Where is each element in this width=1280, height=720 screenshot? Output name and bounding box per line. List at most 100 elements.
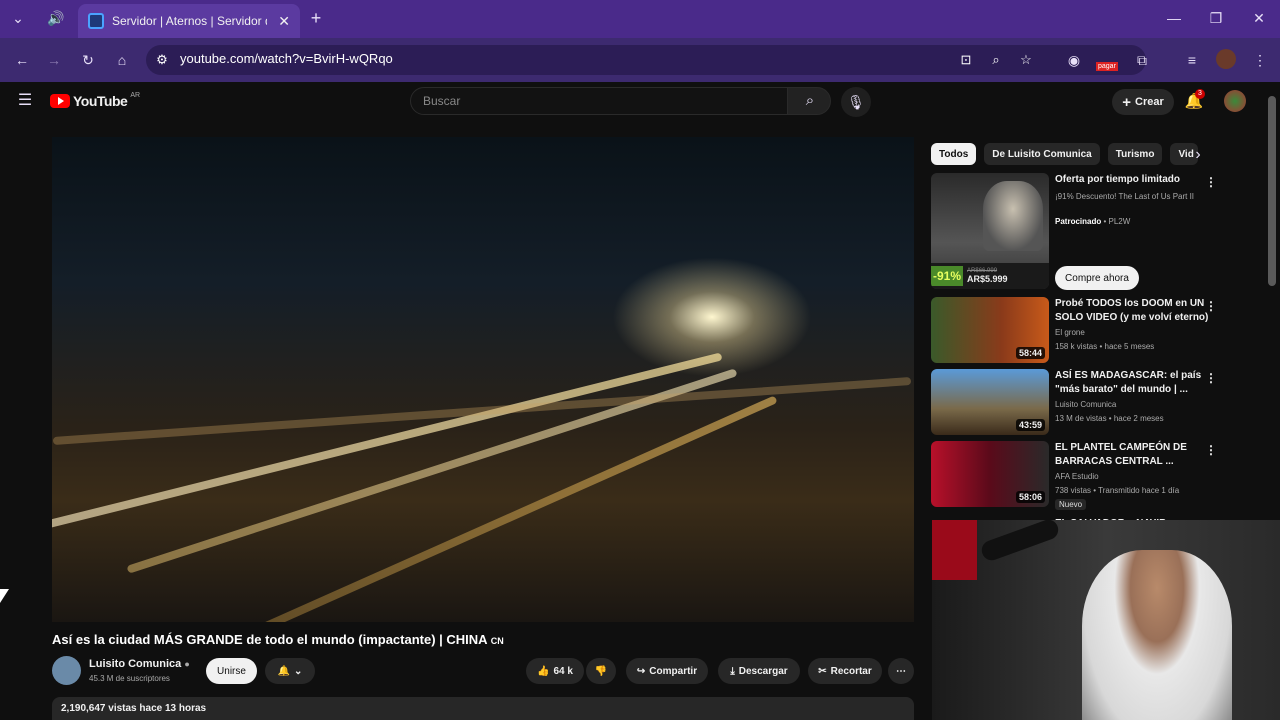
- chip-turismo[interactable]: Turismo: [1107, 143, 1163, 165]
- bell-icon: 🔔: [277, 665, 291, 677]
- recommended-video[interactable]: 43:59 ASÍ ES MADAGASCAR: el país "más ba…: [931, 369, 1261, 435]
- search-input[interactable]: Buscar: [410, 87, 788, 115]
- create-label: Crear: [1135, 96, 1164, 108]
- video-thumbnail[interactable]: 58:06: [931, 441, 1049, 507]
- download-button[interactable]: ⤓ Descargar: [718, 658, 800, 684]
- new-badge: Nuevo: [1055, 499, 1087, 510]
- tab-audio-icon[interactable]: 🔊: [46, 8, 66, 28]
- ad-menu-icon[interactable]: ⋮: [1205, 175, 1217, 189]
- video-meta: 13 M de vistas • hace 2 meses: [1055, 414, 1164, 423]
- address-bar[interactable]: ⚙ youtube.com/watch?v=BvirH-wQRqo ⊡ ⌕ ☆: [146, 45, 1146, 75]
- reload-icon[interactable]: ↻: [78, 50, 98, 70]
- profile-avatar-icon[interactable]: [1216, 49, 1236, 69]
- zoom-icon[interactable]: ⌕: [986, 50, 1006, 70]
- video-menu-icon[interactable]: ⋮: [1205, 443, 1217, 457]
- account-avatar[interactable]: [1224, 90, 1246, 112]
- home-icon[interactable]: ⌂: [112, 50, 132, 70]
- ad-discount: -91%: [931, 266, 964, 286]
- thumbs-down-icon: 👎: [594, 665, 608, 677]
- media-control-icon[interactable]: ≡: [1182, 50, 1202, 70]
- youtube-logo[interactable]: YouTube AR: [50, 91, 141, 109]
- ad-thumbnail[interactable]: -91% AR$66.999 AR$5.999: [931, 173, 1049, 289]
- video-meta: 158 k vistas • hace 5 meses: [1055, 342, 1155, 351]
- video-menu-icon[interactable]: ⋮: [1205, 299, 1217, 313]
- url-text: youtube.com/watch?v=BvirH-wQRqo: [180, 51, 393, 66]
- chip-channel[interactable]: De Luisito Comunica: [984, 143, 1100, 165]
- share-button[interactable]: ↪ Compartir: [626, 658, 708, 684]
- close-window-icon[interactable]: ✕: [1249, 8, 1269, 28]
- extension-icon[interactable]: ◉: [1064, 50, 1084, 70]
- scissors-icon: ✂: [818, 665, 827, 677]
- video-meta: 738 vistas • Transmitido hace 1 día: [1055, 486, 1180, 495]
- description-box[interactable]: 2,190,647 vistas hace 13 horas: [52, 697, 914, 720]
- notifications-bell-icon[interactable]: 🔔 3: [1184, 89, 1205, 112]
- channel-name[interactable]: Luisito Comunica ●: [89, 658, 190, 670]
- page-scrollbar[interactable]: [1268, 96, 1276, 286]
- sponsored-label: Patrocinado: [1055, 217, 1102, 226]
- red-light: [932, 520, 977, 580]
- tab-title: Servidor | Aternos | Servidor de: [112, 14, 267, 28]
- video-player[interactable]: [52, 137, 914, 622]
- ad-sponsor-line: Patrocinado • PL2W: [1055, 217, 1131, 226]
- share-icon: ↪: [636, 665, 646, 677]
- subscribed-bell-button[interactable]: 🔔 ⌄: [265, 658, 315, 684]
- bookmark-star-icon[interactable]: ☆: [1016, 50, 1036, 70]
- mouse-cursor-icon: [0, 589, 9, 603]
- new-tab-icon[interactable]: +: [306, 8, 326, 28]
- tab-search-icon[interactable]: ⌄: [8, 8, 28, 28]
- more-horizontal-icon: ⋯: [896, 665, 906, 677]
- highway-light-trail: [52, 377, 912, 445]
- site-info-icon[interactable]: ⚙: [152, 50, 172, 70]
- back-icon[interactable]: ←: [12, 50, 32, 70]
- join-button[interactable]: Unirse: [206, 658, 257, 684]
- chevron-right-icon[interactable]: ›: [1188, 145, 1208, 165]
- video-menu-icon[interactable]: ⋮: [1205, 371, 1217, 385]
- menu-hamburger-icon[interactable]: ☰: [14, 91, 36, 111]
- forward-icon[interactable]: →: [44, 50, 64, 70]
- region-code: AR: [130, 91, 141, 99]
- video-thumbnail[interactable]: 43:59: [931, 369, 1049, 435]
- ad-game-art: [983, 181, 1043, 251]
- channel-name[interactable]: Luisito Comunica: [1055, 400, 1116, 409]
- minimize-icon[interactable]: —: [1164, 8, 1184, 28]
- like-button[interactable]: 👍 64 k: [526, 658, 584, 684]
- more-actions-button[interactable]: ⋯: [888, 658, 914, 684]
- extensions-puzzle-icon[interactable]: ⧉: [1132, 50, 1152, 70]
- youtube-logo-text: YouTube: [73, 93, 128, 109]
- chevron-down-icon: ⌄: [294, 665, 303, 677]
- recommended-video[interactable]: 58:06 EL PLANTEL CAMPEÓN DE BARRACAS CEN…: [931, 441, 1261, 513]
- search-placeholder: Buscar: [423, 94, 461, 108]
- verified-icon: ●: [184, 659, 190, 669]
- browser-tab[interactable]: Servidor | Aternos | Servidor de ✕: [78, 4, 300, 38]
- recommended-video[interactable]: 58:44 Probé TODOS los DOOM en UN SOLO VI…: [931, 297, 1261, 363]
- country-flag: CN: [490, 636, 504, 646]
- voice-search-button[interactable]: 🎙: [841, 87, 871, 117]
- create-button[interactable]: + Crear: [1112, 89, 1174, 115]
- ad-title: Oferta por tiempo limitado: [1055, 174, 1181, 185]
- microphone-stand: [978, 520, 1062, 564]
- channel-name[interactable]: El grone: [1055, 328, 1085, 337]
- sponsored-ad[interactable]: -91% AR$66.999 AR$5.999 Oferta por tiemp…: [931, 173, 1261, 291]
- microphone-icon: 🎙: [847, 94, 865, 110]
- maximize-icon[interactable]: ❐: [1206, 8, 1226, 28]
- browser-menu-icon[interactable]: ⋮: [1250, 50, 1270, 70]
- ad-price-strip: -91% AR$66.999 AR$5.999: [931, 263, 1049, 289]
- channel-name[interactable]: AFA Estudio: [1055, 472, 1099, 481]
- ad-price: AR$5.999: [967, 274, 1008, 284]
- publish-date: hace 13 horas: [139, 703, 207, 714]
- install-icon[interactable]: ⊡: [956, 50, 976, 70]
- like-count: 64 k: [553, 665, 573, 677]
- ad-cta-button[interactable]: Compre ahora: [1055, 266, 1139, 290]
- browser-tab-bar: ⌄ 🔊 Servidor | Aternos | Servidor de ✕ +…: [0, 0, 1280, 38]
- clip-button[interactable]: ✂ Recortar: [808, 658, 882, 684]
- video-thumbnail[interactable]: 58:44: [931, 297, 1049, 363]
- channel-avatar[interactable]: [52, 656, 81, 685]
- webcam-overlay: [932, 520, 1280, 720]
- download-label: Descargar: [738, 665, 788, 677]
- dislike-button[interactable]: 👎: [586, 658, 616, 684]
- view-count: 2,190,647 vistas: [61, 703, 137, 714]
- video-title: EL PLANTEL CAMPEÓN DE BARRACAS CENTRAL .…: [1055, 442, 1187, 467]
- search-button[interactable]: ⌕: [787, 87, 831, 115]
- chip-todos[interactable]: Todos: [931, 143, 977, 165]
- tab-close-icon[interactable]: ✕: [278, 13, 290, 30]
